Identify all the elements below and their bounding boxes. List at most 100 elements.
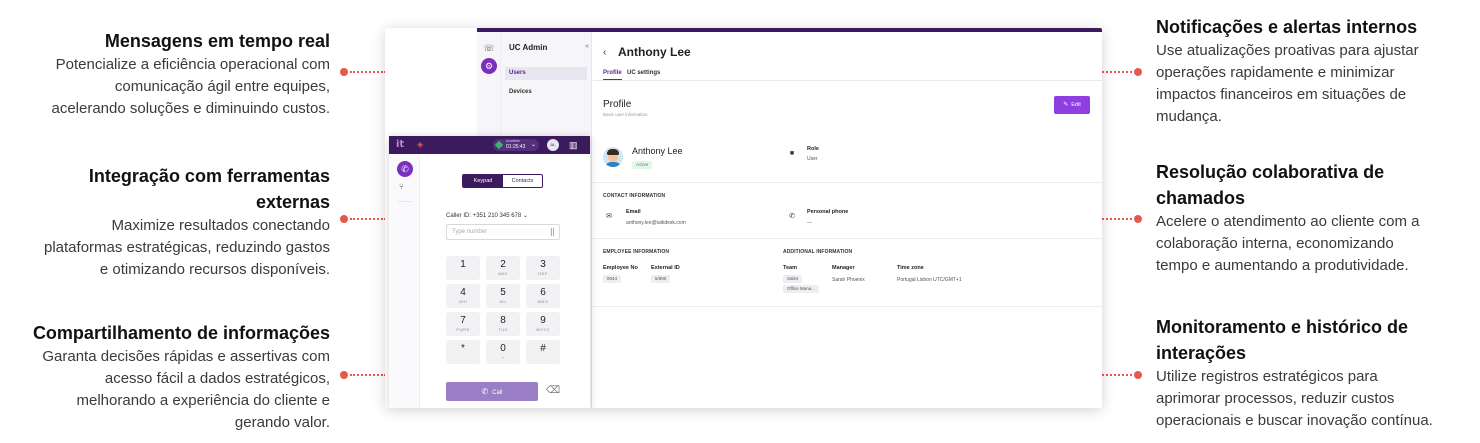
softphone-rail: ✆ ⑂ <box>389 154 420 408</box>
employee-header: EMPLOYEE INFORMATION <box>603 249 670 255</box>
status-label: Available <box>506 139 521 143</box>
tab-divider <box>593 80 1102 81</box>
connector-line <box>1102 374 1132 376</box>
connector-dot <box>340 371 348 379</box>
connector-line <box>350 374 386 376</box>
feature-line: Potencialize a eficiência operacional co… <box>55 56 330 73</box>
feature-external-integration: Integração com ferramentas externas Maxi… <box>44 163 330 281</box>
feature-title: Resolução colaborativa de <box>1156 162 1385 182</box>
app-logo: it <box>396 139 405 150</box>
feature-title: Notificações e alertas internos <box>1156 17 1418 37</box>
feature-realtime-messaging: Mensagens em tempo real Potencialize a e… <box>51 28 330 120</box>
additional-header: ADDITIONAL INFORMATION <box>783 249 853 255</box>
divider <box>593 306 1102 307</box>
feature-line: gerando valor. <box>234 414 330 431</box>
key-8[interactable]: 8 TUV <box>486 312 520 336</box>
connector-dot <box>340 68 348 76</box>
employee-no-label: Employee No <box>603 265 638 271</box>
tab-profile[interactable]: Profile <box>603 70 622 80</box>
feature-line: comunicação ágil entre equipes, <box>114 78 330 95</box>
key-3[interactable]: 3 DEF <box>526 256 560 280</box>
collapse-sidebar-icon[interactable]: « <box>585 43 589 50</box>
flow-icon[interactable]: ⑂ <box>399 182 404 191</box>
manager-value: Sarah Phoenix <box>832 277 865 283</box>
caller-id-value: +351 210 345 678 <box>472 213 522 219</box>
avatar[interactable]: AL <box>547 139 559 151</box>
backspace-icon[interactable]: ⌫ <box>546 385 560 396</box>
feature-title: chamados <box>1156 188 1246 208</box>
personal-phone-value: — <box>807 220 812 226</box>
document-icon[interactable]: ◈ <box>417 140 423 149</box>
avatar <box>603 147 623 167</box>
availability-status[interactable]: Available 01:25:43 ⌄ <box>493 139 539 151</box>
caller-id-selector[interactable]: Caller ID: +351 210 345 678 ⌄ <box>446 212 528 219</box>
user-admin-icon[interactable]: ⚙ <box>481 58 497 74</box>
role-label: Role <box>807 146 819 152</box>
tab-keypad[interactable]: Keypad <box>463 175 503 187</box>
tab-contacts[interactable]: Contacts <box>503 175 542 187</box>
role-value: User <box>807 156 818 162</box>
back-icon[interactable]: ‹ <box>603 47 606 58</box>
number-placeholder: Type number <box>452 229 488 235</box>
connector-line <box>350 218 386 220</box>
panel-toggle-icon[interactable]: ▥ <box>569 140 578 151</box>
connector-right-2 <box>1102 215 1142 223</box>
key-6[interactable]: 6 MNO <box>526 284 560 308</box>
key-star[interactable]: * <box>446 340 480 364</box>
manager-label: Manager <box>832 265 855 271</box>
page-title: Anthony Lee <box>618 45 691 59</box>
email-label: Email <box>626 209 641 215</box>
divider <box>593 238 1102 239</box>
status-timer: 01:25:43 <box>506 144 526 150</box>
chevron-down-icon: ⌄ <box>530 142 536 148</box>
feature-line: colaboração interna, economizando <box>1156 235 1394 252</box>
feature-title: Compartilhamento de informações <box>32 323 330 343</box>
key-9[interactable]: 9 WXYZ <box>526 312 560 336</box>
briefcase-icon: ■ <box>789 150 795 157</box>
sidebar-title: UC Admin <box>509 43 548 52</box>
employee-no-value: 0044 <box>603 275 622 283</box>
connector-dot <box>340 215 348 223</box>
sidebar-item-users[interactable]: Users <box>505 67 587 80</box>
feature-line: e otimizando recursos disponíveis. <box>99 261 330 278</box>
key-4[interactable]: 4 GHI <box>446 284 480 308</box>
dialpad-icon[interactable]: ⣿ <box>550 228 555 236</box>
feature-line: acesso fácil a dados estratégicos, <box>104 370 330 387</box>
edit-button[interactable]: ✎ Edit <box>1054 96 1090 114</box>
number-input[interactable]: Type number ⣿ <box>446 224 560 240</box>
softphone-header: it ◈ Available 01:25:43 ⌄ AL ▥ <box>389 136 590 154</box>
email-value: anthony.lee@talkdesk.com <box>626 220 686 226</box>
feature-collaborative-resolution: Resolução colaborativa de chamados Acele… <box>1156 159 1420 277</box>
user-name: Anthony Lee <box>632 146 683 156</box>
connector-line <box>350 71 386 73</box>
section-title: Profile <box>603 99 632 110</box>
connector-left-1 <box>340 68 390 76</box>
connector-left-3 <box>340 371 390 379</box>
phone-settings-icon[interactable]: ☏ <box>481 40 497 56</box>
key-1[interactable]: 1 <box>446 256 480 280</box>
key-2[interactable]: 2 ABC <box>486 256 520 280</box>
feature-line: Use atualizações proativas para ajustar <box>1156 42 1419 59</box>
timezone-label: Time zone <box>897 265 924 271</box>
divider <box>593 182 1102 183</box>
key-hash[interactable]: # <box>526 340 560 364</box>
feature-line: Utilize registros estratégicos para <box>1156 368 1378 385</box>
feature-line: acelerando soluções e diminuindo custos. <box>51 100 330 117</box>
tab-uc-settings[interactable]: UC settings <box>627 70 660 76</box>
connector-line <box>1102 218 1132 220</box>
edit-label: Edit <box>1071 102 1081 108</box>
feature-title: externas <box>255 192 330 212</box>
softphone-window: it ◈ Available 01:25:43 ⌄ AL ▥ ✆ ⑂ Keypa… <box>389 136 590 408</box>
sidebar-item-devices[interactable]: Devices <box>505 86 587 99</box>
key-0[interactable]: 0 + <box>486 340 520 364</box>
key-5[interactable]: 5 JKL <box>486 284 520 308</box>
phone-icon[interactable]: ✆ <box>397 161 413 177</box>
avatar-shirt <box>605 162 621 167</box>
external-id-value: 6/890 <box>651 275 671 283</box>
chevron-down-icon: ⌄ <box>522 213 528 219</box>
external-id-label: External ID <box>651 265 680 271</box>
call-button[interactable]: ✆ Call <box>446 382 538 401</box>
phone-icon: ✆ <box>789 213 795 220</box>
admin-main: ‹ Anthony Lee Profile UC settings Profil… <box>593 32 1102 408</box>
key-7[interactable]: 7 PQRS <box>446 312 480 336</box>
